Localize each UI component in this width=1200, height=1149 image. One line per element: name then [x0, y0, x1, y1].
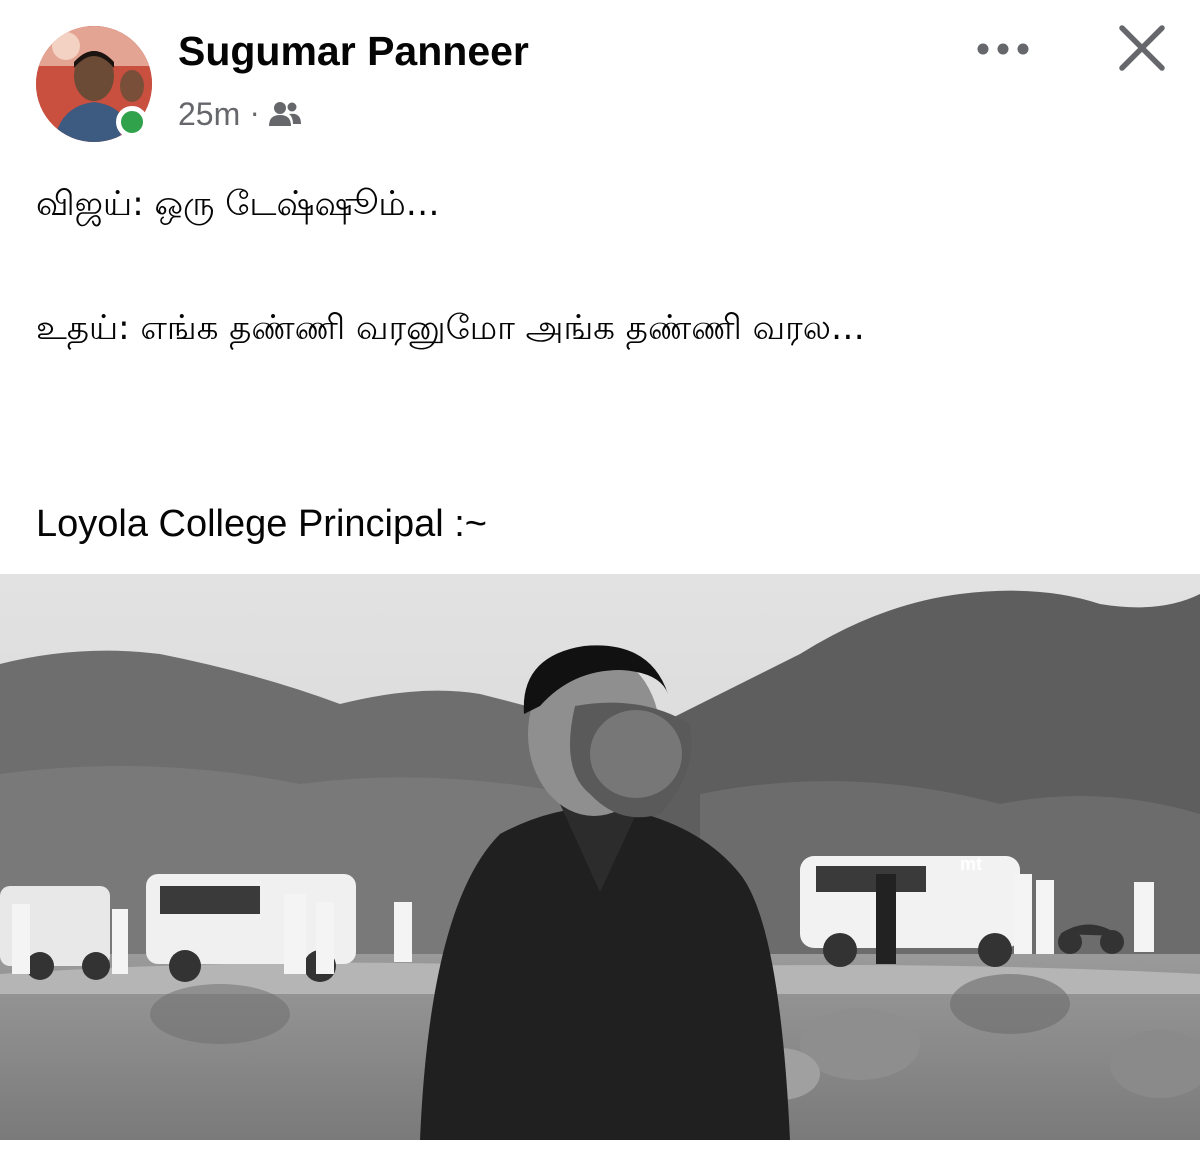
post-text-line: Loyola College Principal :~: [36, 503, 487, 545]
post-text-line: உதய்: எங்க தண்ணி வரனுமோ அங்க தண்ணி வரல…: [36, 308, 865, 348]
photo-watermark: mt: [960, 854, 982, 874]
author-name[interactable]: Sugumar Panneer: [178, 28, 529, 75]
more-icon: [977, 43, 1029, 55]
close-button[interactable]: [1112, 18, 1172, 78]
post-meta: 25m ·: [178, 94, 303, 134]
post-timestamp[interactable]: 25m: [178, 96, 240, 133]
post-text-line: விஜய்: ஒரு டேஷ்ஷூம்…: [36, 184, 440, 224]
friends-icon[interactable]: [267, 99, 303, 129]
online-status-indicator: [116, 106, 148, 138]
meta-separator: ·: [250, 97, 260, 131]
more-options-button[interactable]: [970, 24, 1036, 74]
post-header: Sugumar Panneer 25m ·: [0, 0, 1200, 150]
post-photo[interactable]: mt: [0, 574, 1200, 1140]
close-icon: [1119, 25, 1165, 71]
photo-illustration: [0, 574, 1200, 1140]
